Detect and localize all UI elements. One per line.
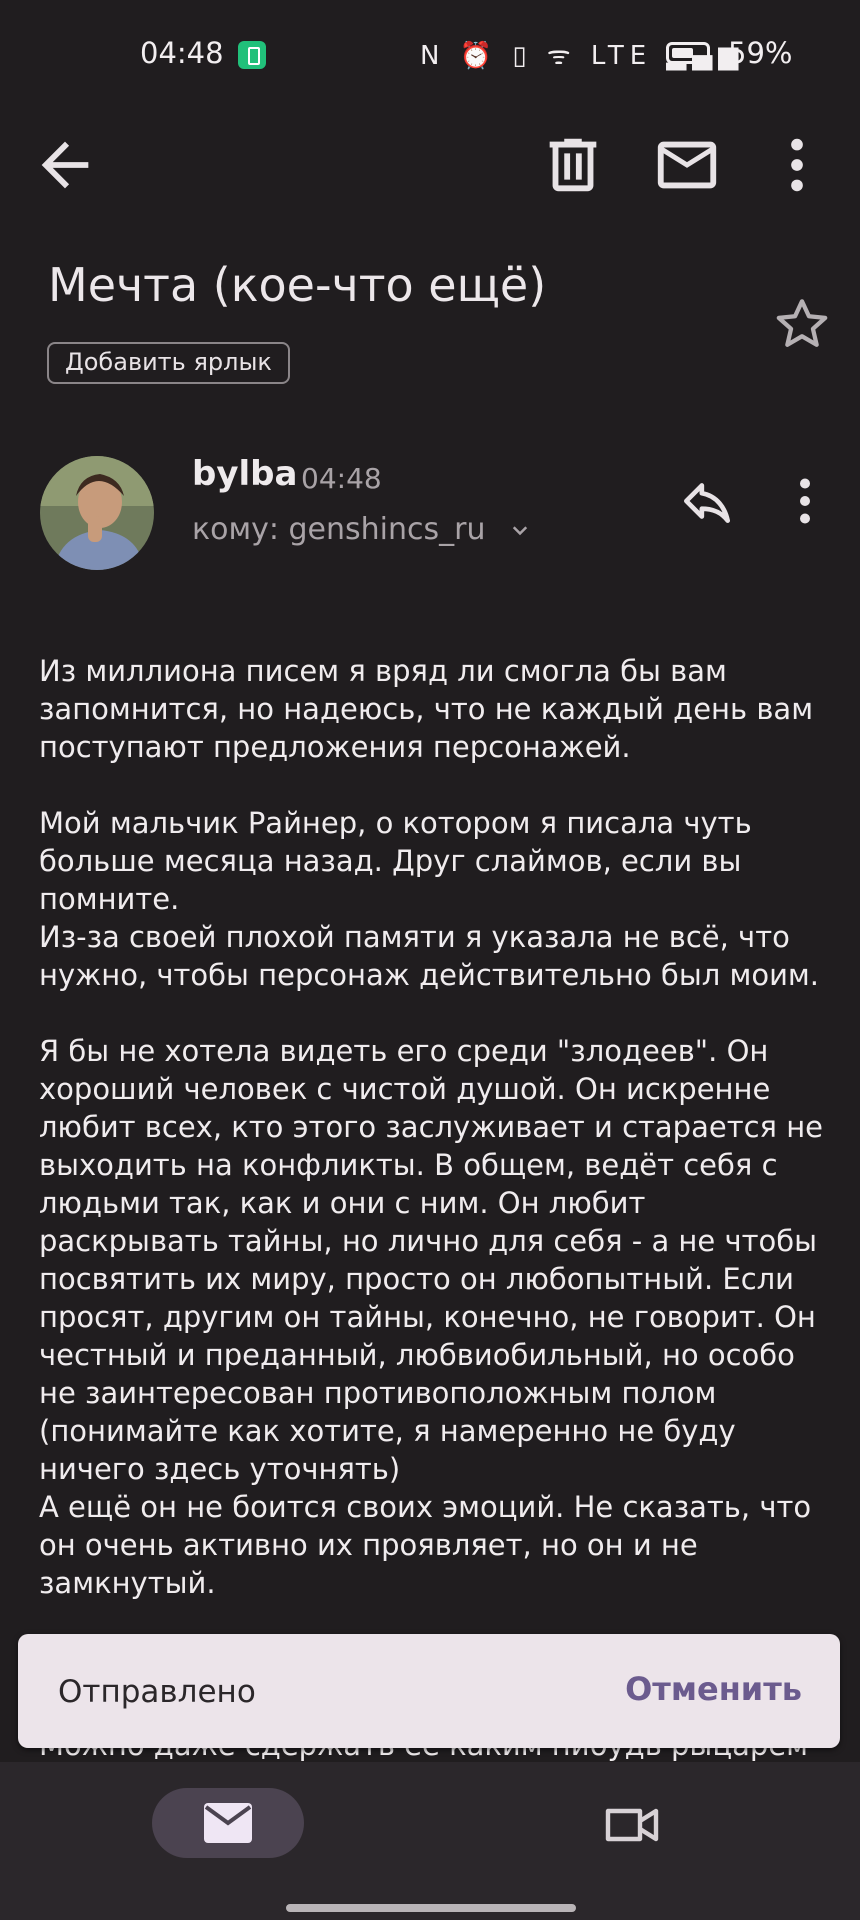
bottom-navigation: [0, 1762, 860, 1920]
back-arrow-icon: [41, 141, 89, 189]
mail-icon: [204, 1803, 252, 1843]
star-icon: [776, 299, 828, 347]
overflow-menu-button[interactable]: [762, 130, 832, 200]
undo-button[interactable]: Отменить: [625, 1670, 802, 1708]
mark-unread-button[interactable]: [652, 130, 722, 200]
back-button[interactable]: [30, 130, 100, 200]
avatar[interactable]: [40, 456, 154, 570]
recipient-details[interactable]: кому: genshincs_ru: [192, 512, 535, 547]
add-label-chip[interactable]: Добавить ярлык: [47, 342, 290, 384]
nav-meet-tab[interactable]: [602, 1800, 662, 1850]
email-body: Из миллиона писем я вряд ли смогла бы ва…: [39, 654, 824, 1600]
email-subject: Мечта (кое-что ещё): [48, 258, 547, 312]
toolbar: [0, 110, 860, 220]
trash-icon: [549, 138, 597, 192]
star-button[interactable]: [770, 292, 834, 356]
home-indicator[interactable]: [286, 1904, 576, 1912]
chevron-down-icon: [512, 525, 528, 535]
more-vert-icon: [791, 138, 803, 192]
delete-button[interactable]: [538, 130, 608, 200]
snackbar-message: Отправлено: [58, 1674, 256, 1710]
more-vert-icon: [800, 478, 810, 524]
status-bar: 04:48 N ⏰ ▯ ᯤ LTE ▂▄▆ 59%: [0, 0, 860, 110]
status-time: 04:48: [140, 36, 224, 70]
message-more-button[interactable]: [780, 470, 830, 532]
recipient-text: кому: genshincs_ru: [192, 512, 486, 547]
battery-percent: 59%: [728, 36, 793, 70]
mail-icon: [657, 141, 717, 189]
battery-app-icon: [238, 41, 266, 69]
nav-mail-tab[interactable]: [152, 1788, 304, 1858]
battery-icon: [666, 42, 710, 64]
sent-snackbar: Отправлено Отменить: [18, 1634, 840, 1748]
sent-time: 04:48: [301, 462, 382, 495]
reply-button[interactable]: [676, 470, 738, 532]
meet-video-icon: [605, 1808, 659, 1842]
reply-icon: [684, 483, 730, 523]
sender-name[interactable]: bylba: [192, 454, 297, 494]
